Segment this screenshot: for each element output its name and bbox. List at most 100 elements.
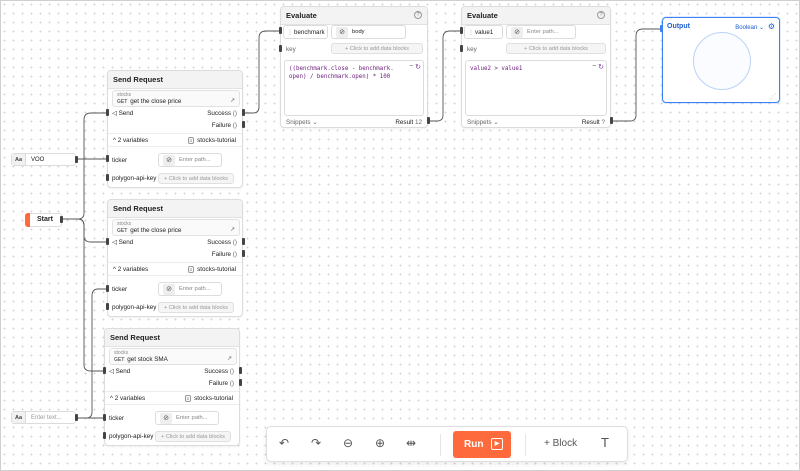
variables-toggle[interactable]: ^ 2 variables — [113, 137, 148, 144]
open-request-icon[interactable]: ↗ — [230, 97, 235, 104]
open-request-icon[interactable]: ↗ — [227, 355, 232, 362]
ticker-input-port[interactable] — [103, 414, 106, 421]
text-input-node-empty[interactable]: Aa Enter text... — [11, 411, 76, 424]
drag-handle-icon[interactable]: ⋮ — [468, 29, 474, 36]
identifier-path-input[interactable]: ⊘ Enter path... — [506, 25, 576, 39]
refresh-icon[interactable]: ↻ — [598, 63, 604, 71]
add-data-blocks-button[interactable]: + Click to add data blocks — [331, 43, 423, 54]
text-tool-icon[interactable]: T — [601, 435, 609, 450]
text-input-output-port[interactable] — [75, 156, 78, 163]
send-request-node-2[interactable]: Send Request stocks GET get the close pri… — [107, 199, 243, 317]
node-title: Send Request — [105, 329, 239, 347]
result-output: Result ? — [582, 119, 605, 126]
ticker-input-port[interactable] — [106, 155, 109, 162]
failure-output: Failure () — [212, 122, 237, 129]
identifier-path-input[interactable]: ⊘ body — [331, 25, 406, 39]
result-output-port[interactable] — [427, 117, 430, 124]
refresh-icon[interactable]: ↻ — [415, 63, 421, 71]
text-input-node-voo[interactable]: Aa VOO — [11, 153, 76, 166]
send-request-node-3[interactable]: Send Request stocks GET get stock SMA ↗ ◁… — [104, 328, 240, 446]
output-input-port[interactable] — [660, 25, 663, 32]
send-input-port[interactable] — [106, 109, 109, 116]
add-data-blocks-button[interactable]: + Click to add data blocks — [158, 173, 234, 184]
start-output-port[interactable] — [60, 216, 63, 223]
identifier-value: value1 — [475, 29, 494, 36]
drag-handle-icon[interactable]: ⋮ — [287, 29, 293, 36]
editor-divider-icon: ⎯ — [592, 62, 597, 69]
start-node[interactable]: Start — [25, 213, 62, 227]
undo-icon[interactable]: ↶ — [279, 436, 289, 450]
success-symbol: () — [229, 368, 234, 375]
gear-icon[interactable]: ⚙ — [768, 22, 775, 31]
identifier-input-port[interactable] — [279, 27, 282, 34]
path-placeholder: Enter path... — [179, 286, 211, 292]
key-input-port[interactable] — [279, 45, 282, 52]
method-tag: GET — [114, 357, 125, 363]
success-output-port[interactable] — [242, 238, 245, 245]
success-output-port[interactable] — [239, 367, 242, 374]
request-selector[interactable]: stocks GET get stock SMA ↗ — [109, 348, 237, 365]
send-trigger: ◁ Send — [112, 110, 133, 117]
path-placeholder: Enter path... — [179, 157, 211, 163]
zoom-in-icon[interactable]: ⊕ — [375, 436, 385, 450]
output-type-dropdown[interactable]: Boolean ⌄ — [735, 24, 764, 31]
add-data-blocks-button[interactable]: + Click to add data blocks — [155, 431, 231, 442]
request-selector[interactable]: stocks GET get the close price ↗ — [112, 90, 240, 107]
open-request-icon[interactable]: ↗ — [230, 226, 235, 233]
ticker-input-port[interactable] — [106, 285, 109, 292]
send-request-node-1[interactable]: Send Request stocks GET get the close pri… — [107, 70, 243, 188]
send-input-port[interactable] — [103, 367, 106, 374]
text-input-value[interactable]: VOO — [26, 157, 44, 163]
evaluate-node-1[interactable]: Evaluate ? ⋮ benchmark ⊘ body key + Click … — [280, 6, 428, 128]
variable-path-input[interactable]: ⊘ Enter path... — [158, 153, 222, 167]
failure-output-port[interactable] — [239, 379, 242, 386]
text-input-output-port[interactable] — [75, 414, 78, 421]
redo-icon[interactable]: ↷ — [311, 436, 321, 450]
success-symbol: () — [232, 110, 237, 117]
evaluate-node-2[interactable]: Evaluate ? ⋮ value1 ⊘ Enter path... key + … — [461, 6, 611, 128]
identifier-input[interactable]: ⋮ value1 — [464, 25, 503, 39]
success-output-port[interactable] — [242, 109, 245, 116]
run-button[interactable]: Run ▶ — [453, 431, 511, 458]
api-key-input-port[interactable] — [106, 174, 109, 181]
environment-icon: ≡ — [187, 137, 195, 144]
failure-output-port[interactable] — [242, 121, 245, 128]
identifier-input[interactable]: ⋮ benchmark — [283, 25, 328, 39]
output-node[interactable]: Output Boolean ⌄ ⚙ ⋰ — [662, 17, 780, 103]
add-data-blocks-button[interactable]: + Click to add data blocks — [158, 302, 234, 313]
request-selector[interactable]: stocks GET get the close price ↗ — [112, 219, 240, 236]
variable-path-input[interactable]: ⊘ Enter path... — [158, 282, 222, 296]
key-input-port[interactable] — [460, 45, 463, 52]
success-output: Success () — [207, 239, 237, 246]
identifier-input-port[interactable] — [460, 27, 463, 34]
resize-handle-icon[interactable]: ⋰ — [770, 93, 776, 100]
api-key-input-port[interactable] — [103, 432, 106, 439]
success-label: Success — [204, 368, 229, 375]
fit-view-icon[interactable]: ⇹ — [406, 436, 416, 450]
send-label: Send — [118, 110, 134, 117]
text-input-placeholder[interactable]: Enter text... — [26, 415, 62, 421]
result-output-port[interactable] — [610, 117, 613, 124]
send-label: Send — [115, 368, 131, 375]
api-key-input-port[interactable] — [106, 303, 109, 310]
add-block-button[interactable]: + Block — [544, 438, 577, 449]
variable-name: ticker — [112, 157, 128, 164]
variables-toggle[interactable]: ^ 2 variables — [110, 395, 145, 402]
code-editor[interactable]: ((benchmark.close - benchmark. open) / b… — [284, 60, 424, 116]
code-editor[interactable]: value2 > value1 — [465, 60, 607, 116]
variable-path-input[interactable]: ⊘ Enter path... — [155, 411, 219, 425]
environment-selector[interactable]: ≡ stocks-tutorial — [184, 395, 233, 402]
zoom-out-icon[interactable]: ⊖ — [343, 436, 353, 450]
snippets-dropdown[interactable]: Snippets ⌄ — [467, 119, 499, 126]
help-icon[interactable]: ? — [414, 11, 422, 19]
send-input-port[interactable] — [106, 238, 109, 245]
path-value: body — [352, 29, 365, 35]
environment-selector[interactable]: ≡ stocks-tutorial — [187, 137, 236, 144]
failure-output-port[interactable] — [242, 250, 245, 257]
variables-toggle[interactable]: ^ 2 variables — [113, 266, 148, 273]
add-data-blocks-button[interactable]: + Click to add data blocks — [506, 43, 606, 54]
node-title: Send Request — [108, 71, 242, 89]
help-icon[interactable]: ? — [597, 11, 605, 19]
environment-selector[interactable]: ≡ stocks-tutorial — [187, 266, 236, 273]
snippets-dropdown[interactable]: Snippets ⌄ — [286, 119, 318, 126]
